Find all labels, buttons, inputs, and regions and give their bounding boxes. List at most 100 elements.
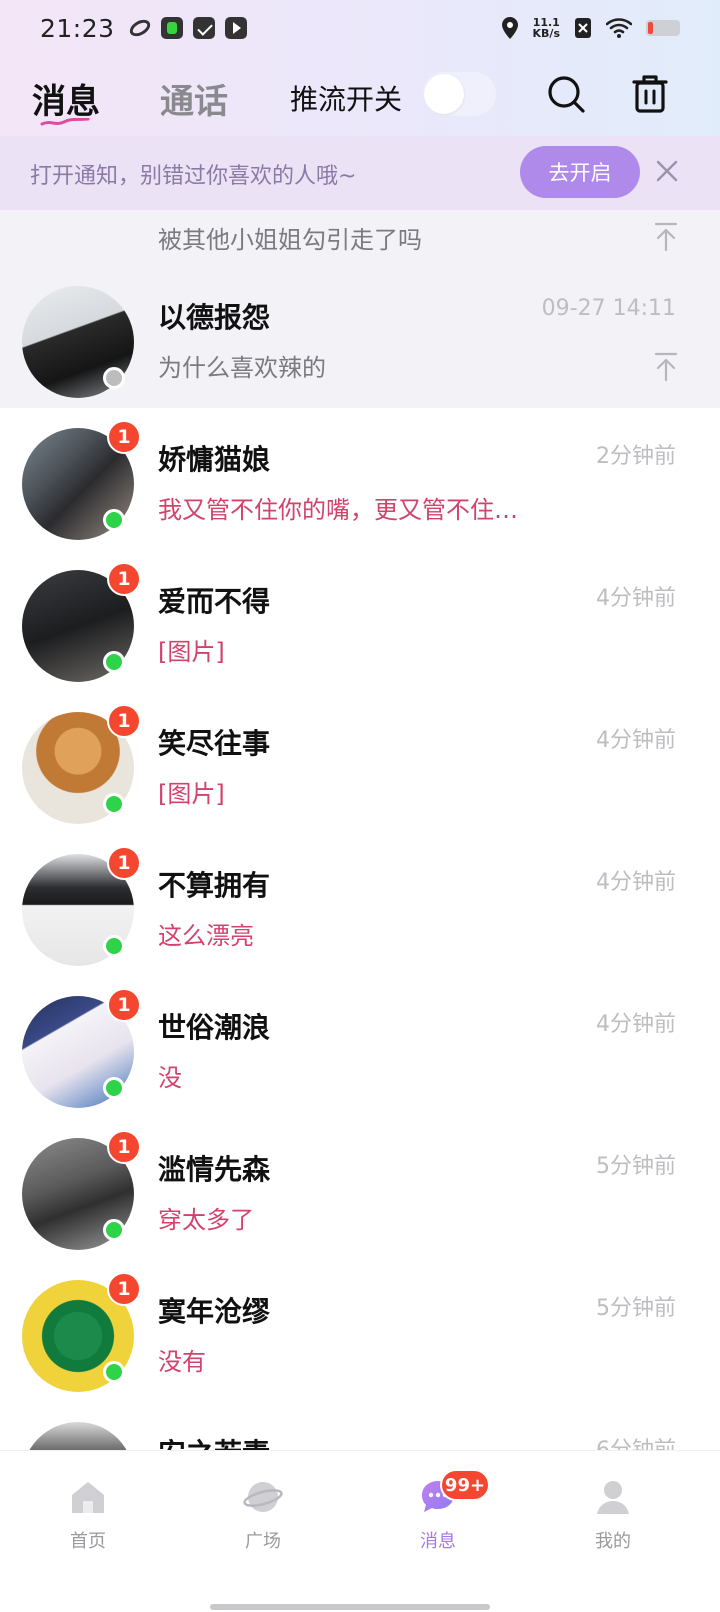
online-status-dot: [103, 935, 125, 957]
online-status-dot: [103, 1077, 125, 1099]
home-indicator[interactable]: [210, 1604, 490, 1610]
battery-icon: [646, 20, 680, 36]
nav-square-label: 广场: [245, 1531, 281, 1552]
conversation-item[interactable]: 1 寞年沧缪 5分钟前 没有: [0, 1260, 720, 1402]
home-icon: [72, 1482, 104, 1513]
message-preview: [图片]: [158, 780, 225, 808]
status-right: 11.1 KB/s: [501, 16, 680, 40]
nav-messages[interactable]: 99+ 消息: [378, 1469, 498, 1577]
online-status-dot: [103, 1361, 125, 1383]
active-tab-indicator: [40, 118, 90, 126]
search-icon[interactable]: [544, 72, 588, 116]
message-preview: 没有: [158, 1348, 206, 1376]
avatar: 1: [22, 420, 141, 540]
status-bar: 21:23 11.1 KB/s: [0, 0, 720, 56]
message-time: 09-27 14:11: [541, 296, 676, 321]
pin-to-top-icon[interactable]: [654, 352, 678, 382]
message-preview: 这么漂亮: [158, 922, 254, 950]
tab-messages[interactable]: 消息: [32, 74, 100, 123]
contact-name: 世俗潮浪: [158, 1011, 271, 1044]
message-preview: 没: [158, 1064, 182, 1092]
avatar: 1: [22, 704, 141, 824]
conversation-item[interactable]: 被其他小姐姐勾引走了吗: [0, 210, 720, 266]
enable-notifications-button[interactable]: 去开启: [520, 146, 640, 198]
unread-badge: 1: [107, 704, 141, 738]
message-time: 4分钟前: [596, 728, 676, 753]
contact-name: 不算拥有: [158, 869, 271, 902]
conversation-item[interactable]: 1 爱而不得 4分钟前 [图片]: [0, 550, 720, 692]
nav-profile-label: 我的: [595, 1531, 631, 1552]
message-time: 2分钟前: [596, 444, 676, 469]
unread-badge: 1: [107, 1130, 141, 1164]
status-notification-icons: [126, 16, 247, 40]
contact-name: 滥情先森: [158, 1153, 271, 1186]
wifi-icon: [606, 18, 632, 38]
avatar: [22, 1422, 134, 1450]
avatar: 1: [22, 562, 141, 682]
push-toggle-label: 推流开关: [290, 83, 403, 116]
unread-badge: 1: [107, 1272, 141, 1306]
nav-home-label: 首页: [70, 1531, 106, 1552]
unread-badge: 1: [107, 846, 141, 880]
conversation-item[interactable]: 1 世俗潮浪 4分钟前 没: [0, 976, 720, 1118]
conversation-list: 被其他小姐姐勾引走了吗 以德报怨 09-27 14:11 为什么喜欢辣的 1 娇…: [0, 210, 720, 1450]
leaf-app-icon: [126, 16, 153, 40]
location-icon: [501, 17, 518, 39]
nav-messages-label: 消息: [420, 1531, 456, 1552]
conversation-item[interactable]: 1 不算拥有 4分钟前 这么漂亮: [0, 834, 720, 976]
sim-disabled-icon: [575, 18, 591, 38]
close-icon[interactable]: [654, 158, 680, 184]
planet-icon: [243, 1482, 283, 1512]
notification-banner: 打开通知，别错过你喜欢的人哦~ 去开启: [0, 136, 720, 210]
contact-name: 以德报怨: [158, 301, 271, 334]
conversation-item[interactable]: 安之若素 6分钟前: [0, 1402, 720, 1450]
message-time: 4分钟前: [596, 1012, 676, 1037]
online-status-dot: [103, 793, 125, 815]
unread-badge: 1: [107, 988, 141, 1022]
conversation-item[interactable]: 1 笑尽往事 4分钟前 [图片]: [0, 692, 720, 834]
top-nav: 消息 通话 推流开关: [0, 60, 720, 136]
contact-name: 爱而不得: [158, 585, 271, 618]
conversation-item[interactable]: 1 滥情先森 5分钟前 穿太多了: [0, 1118, 720, 1260]
avatar: 1: [22, 1272, 141, 1392]
banner-text: 打开通知，别错过你喜欢的人哦~: [30, 164, 357, 189]
message-time: 5分钟前: [596, 1296, 676, 1321]
network-speed: 11.1 KB/s: [533, 17, 560, 39]
pin-to-top-icon[interactable]: [654, 222, 678, 252]
nav-square[interactable]: 广场: [203, 1477, 323, 1577]
avatar: 1: [22, 1130, 141, 1250]
mail-app-icon: [192, 17, 215, 39]
nav-home[interactable]: 首页: [28, 1477, 148, 1577]
trash-icon[interactable]: [628, 72, 672, 116]
message-time: 6分钟前: [596, 1432, 676, 1450]
online-status-dot: [103, 1219, 125, 1241]
nav-profile[interactable]: 我的: [553, 1477, 673, 1577]
tab-calls[interactable]: 通话: [160, 74, 228, 123]
avatar: 1: [22, 988, 141, 1108]
conversation-item[interactable]: 以德报怨 09-27 14:11 为什么喜欢辣的: [0, 266, 720, 408]
message-time: 4分钟前: [596, 870, 676, 895]
message-preview: [图片]: [158, 638, 225, 666]
bottom-nav: 首页 广场 99+ 消息 我的: [0, 1450, 720, 1612]
contact-name: 娇慵猫娘: [158, 443, 271, 476]
message-preview: 穿太多了: [158, 1206, 254, 1234]
profile-icon: [597, 1481, 629, 1514]
online-status-dot: [103, 509, 125, 531]
green-app-icon: [160, 17, 183, 39]
play-app-icon: [224, 17, 247, 39]
contact-name: 笑尽往事: [158, 727, 271, 760]
message-preview: 被其他小姐姐勾引走了吗: [158, 226, 422, 254]
contact-name: 寞年沧缪: [158, 1295, 271, 1328]
message-preview: 我又管不住你的嘴，更又管不住…: [158, 496, 518, 524]
unread-total-badge: 99+: [440, 1469, 490, 1501]
network-speed-unit: KB/s: [532, 27, 560, 40]
unread-badge: 1: [107, 562, 141, 596]
conversation-item[interactable]: 1 娇慵猫娘 2分钟前 我又管不住你的嘴，更又管不住…: [0, 408, 720, 550]
avatar: 1: [22, 846, 141, 966]
message-preview: 为什么喜欢辣的: [158, 354, 326, 382]
message-time: 5分钟前: [596, 1154, 676, 1179]
offline-status-dot: [103, 367, 125, 389]
push-toggle[interactable]: [422, 72, 496, 116]
status-time: 21:23: [40, 13, 115, 43]
message-time: 4分钟前: [596, 586, 676, 611]
